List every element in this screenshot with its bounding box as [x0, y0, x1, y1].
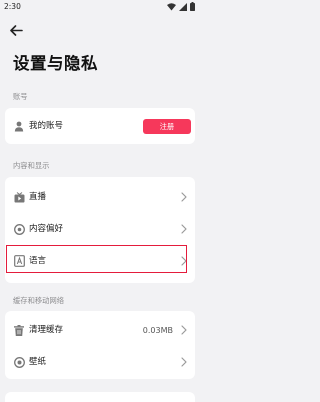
language-highlight-box [6, 245, 187, 273]
live-label: 直播 [29, 192, 47, 202]
wallpaper-row[interactable]: 壁纸 [5, 345, 195, 379]
cache-card: 清理缓存 0.03MB 壁纸 [5, 311, 195, 379]
live-tv-icon [13, 191, 25, 203]
preferences-icon [13, 223, 25, 235]
section-label-content: 内容和显示 [13, 161, 50, 170]
status-icons [167, 2, 195, 11]
wallpaper-icon [13, 356, 25, 368]
clear-cache-row[interactable]: 清理缓存 0.03MB [5, 313, 195, 347]
next-section-card [5, 392, 195, 402]
section-label-account: 账号 [13, 92, 28, 101]
section-label-cache: 缓存和移动网络 [13, 296, 65, 305]
clear-cache-label: 清理缓存 [29, 325, 64, 335]
status-time: 2:30 [4, 2, 21, 11]
cache-size-value: 0.03MB [142, 326, 173, 335]
signal-icon [179, 2, 187, 11]
battery-icon [190, 2, 195, 11]
account-card: 我的账号 注册 [5, 108, 195, 144]
my-account-label: 我的账号 [29, 121, 64, 131]
my-account-row[interactable]: 我的账号 注册 [5, 109, 195, 143]
content-preferences-row[interactable]: 内容偏好 [5, 212, 195, 246]
page-title: 设置与隐私 [13, 54, 98, 73]
arrow-left-icon [9, 24, 23, 36]
chevron-right-icon [181, 357, 187, 367]
chevron-right-icon [181, 224, 187, 234]
status-bar: 2:30 [0, 0, 200, 14]
content-preferences-label: 内容偏好 [29, 224, 64, 234]
trash-icon [13, 324, 25, 336]
register-button[interactable]: 注册 [143, 119, 191, 134]
back-button[interactable] [7, 22, 25, 38]
live-row[interactable]: 直播 [5, 180, 195, 214]
wallpaper-label: 壁纸 [29, 357, 47, 367]
wifi-icon [167, 2, 176, 10]
chevron-right-icon [181, 192, 187, 202]
user-icon [13, 120, 25, 132]
chevron-right-icon [181, 325, 187, 335]
